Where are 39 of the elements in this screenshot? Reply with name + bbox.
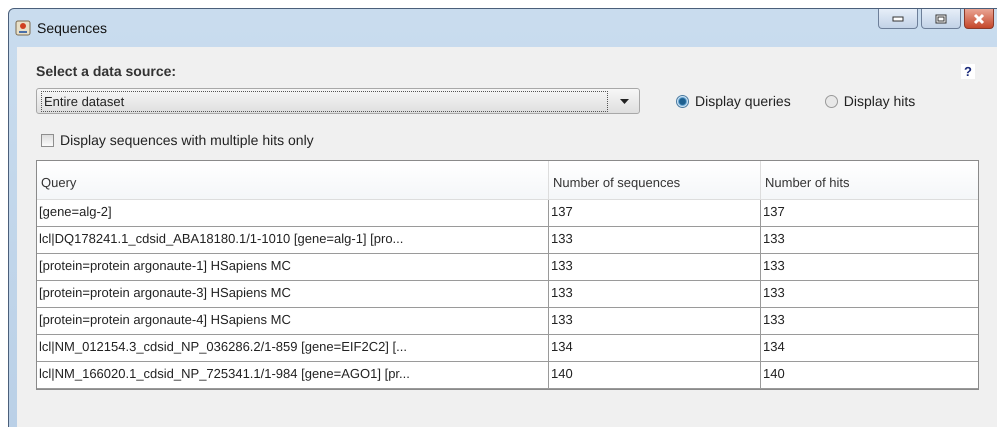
table-cell: [protein=protein argonaute-1] HSapiens MC xyxy=(37,254,549,280)
column-header[interactable]: Query xyxy=(37,161,549,199)
table-cell: [protein=protein argonaute-3] HSapiens MC xyxy=(37,281,549,307)
table-cell: 133 xyxy=(549,308,761,334)
table-cell-text: 133 xyxy=(762,257,786,275)
close-icon xyxy=(973,12,985,24)
table-cell-text: 140 xyxy=(762,365,786,383)
table-cell: 134 xyxy=(549,335,761,361)
table-cell: lcl|DQ178241.1_cdsid_ABA18180.1/1-1010 [gene=alg-1] [pro... xyxy=(37,227,549,253)
close-button[interactable] xyxy=(964,9,994,29)
multiple-hits-checkbox[interactable]: Display sequences with multiple hits only xyxy=(41,132,989,148)
column-header[interactable]: Number of sequences xyxy=(549,161,761,199)
column-header[interactable]: Number of hits xyxy=(761,161,978,199)
table-cell: 137 xyxy=(549,200,761,226)
data-source-label: Select a data source: xyxy=(36,63,176,79)
table-cell-text: 134 xyxy=(762,338,786,356)
table-cell: 133 xyxy=(549,281,761,307)
help-button[interactable]: ? xyxy=(961,64,975,78)
table-cell: lcl|NM_012154.3_cdsid_NP_036286.2/1-859 [gene=EIF2C2] [... xyxy=(37,335,549,361)
data-source-dropdown[interactable]: Entire dataset xyxy=(36,88,640,114)
table-cell-text: 137 xyxy=(762,203,786,221)
table-cell: 133 xyxy=(549,254,761,280)
table-cell-text: 133 xyxy=(762,311,786,329)
display-radio[interactable]: Display hits xyxy=(824,93,916,109)
caret-icon xyxy=(620,98,629,104)
table-cell: 140 xyxy=(549,362,761,388)
minimize-icon xyxy=(892,16,904,22)
window-title: Sequences xyxy=(37,20,108,36)
table-cell: lcl|NM_166020.1_cdsid_NP_725341.1/1-984 [gene=AGO1] [pr... xyxy=(37,362,549,388)
table-cell: 133 xyxy=(549,227,761,253)
table-cell-text: 133 xyxy=(762,230,786,248)
minimize-button[interactable] xyxy=(878,9,918,29)
maximize-icon xyxy=(935,14,947,24)
table-cell: [gene=alg-2] xyxy=(37,200,549,226)
maximize-button[interactable] xyxy=(921,9,961,29)
app-icon xyxy=(15,20,31,36)
table-cell-text: 133 xyxy=(762,284,786,302)
display-radio[interactable]: Display queries xyxy=(676,93,791,109)
table-cell: [protein=protein argonaute-4] HSapiens MC xyxy=(37,308,549,334)
